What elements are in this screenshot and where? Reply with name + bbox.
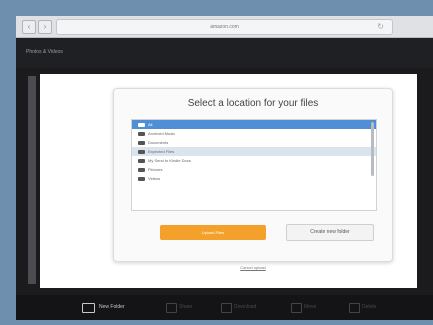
forward-button[interactable]: › xyxy=(38,20,52,34)
folder-label: My Send to Kindle Docs xyxy=(148,158,191,163)
new-folder-icon[interactable] xyxy=(82,303,95,313)
folder-label: Pictures xyxy=(148,167,163,172)
folder-icon xyxy=(138,149,145,154)
address-bar[interactable]: amazon.com ↻ xyxy=(56,19,393,35)
folder-list-scrollbar[interactable] xyxy=(371,122,374,176)
app-header: Photos & Videos xyxy=(16,38,433,68)
folder-item-pictures[interactable]: Pictures xyxy=(132,165,376,174)
url-text: amazon.com xyxy=(210,24,239,30)
browser-toolbar: ‹ › amazon.com ↻ xyxy=(16,16,433,38)
dialog-title: Select a location for your files xyxy=(187,98,319,109)
folder-icon xyxy=(138,140,145,145)
folder-icon xyxy=(138,122,145,127)
folder-label: All xyxy=(148,122,153,127)
app-title: Photos & Videos xyxy=(26,49,63,55)
folder-icon xyxy=(138,167,145,172)
select-location-dialog: Select a location for your files All Arc… xyxy=(113,88,393,270)
folder-label: Documents xyxy=(148,140,169,145)
create-folder-button[interactable]: Create new folder xyxy=(286,224,374,241)
delete-icon[interactable] xyxy=(349,303,360,313)
folder-icon xyxy=(138,158,145,163)
chevron-left-icon: ‹ xyxy=(27,22,31,31)
folder-item-videos[interactable]: Videos xyxy=(132,174,376,183)
bottom-toolbar: New Folder Share Download Move Delete xyxy=(16,295,433,320)
download-button[interactable]: Download xyxy=(234,304,256,310)
download-icon[interactable] xyxy=(221,303,232,313)
move-icon[interactable] xyxy=(291,303,302,313)
folder-item-documents[interactable]: Documents xyxy=(132,138,376,147)
move-button[interactable]: Move xyxy=(304,304,316,310)
reload-icon[interactable]: ↻ xyxy=(377,22,384,32)
back-button[interactable]: ‹ xyxy=(22,20,36,34)
folder-label: Videos xyxy=(148,176,161,181)
folder-item-expected-files[interactable]: Expected Files xyxy=(132,147,376,156)
upload-button[interactable]: Upload Files xyxy=(160,225,266,240)
new-folder-button[interactable]: New Folder xyxy=(99,304,125,310)
folder-item-archived-music[interactable]: Archived Music xyxy=(132,129,376,138)
folder-item-send-to-kindle[interactable]: My Send to Kindle Docs xyxy=(132,156,376,165)
delete-button[interactable]: Delete xyxy=(362,304,376,310)
browser-window: ‹ › amazon.com ↻ Photos & Videos Select … xyxy=(16,16,433,320)
folder-label: Archived Music xyxy=(148,131,176,136)
folder-list: All Archived Music Documents Expected Fi… xyxy=(131,119,377,211)
share-icon[interactable] xyxy=(166,303,177,313)
cancel-upload-link[interactable]: Cancel upload xyxy=(114,265,392,270)
side-panel xyxy=(28,76,36,284)
folder-icon xyxy=(138,176,145,181)
folder-icon xyxy=(138,131,145,136)
chevron-right-icon: › xyxy=(43,22,47,31)
folder-label: Expected Files xyxy=(148,149,175,154)
folder-item-all[interactable]: All xyxy=(132,120,376,129)
share-button[interactable]: Share xyxy=(179,304,192,310)
